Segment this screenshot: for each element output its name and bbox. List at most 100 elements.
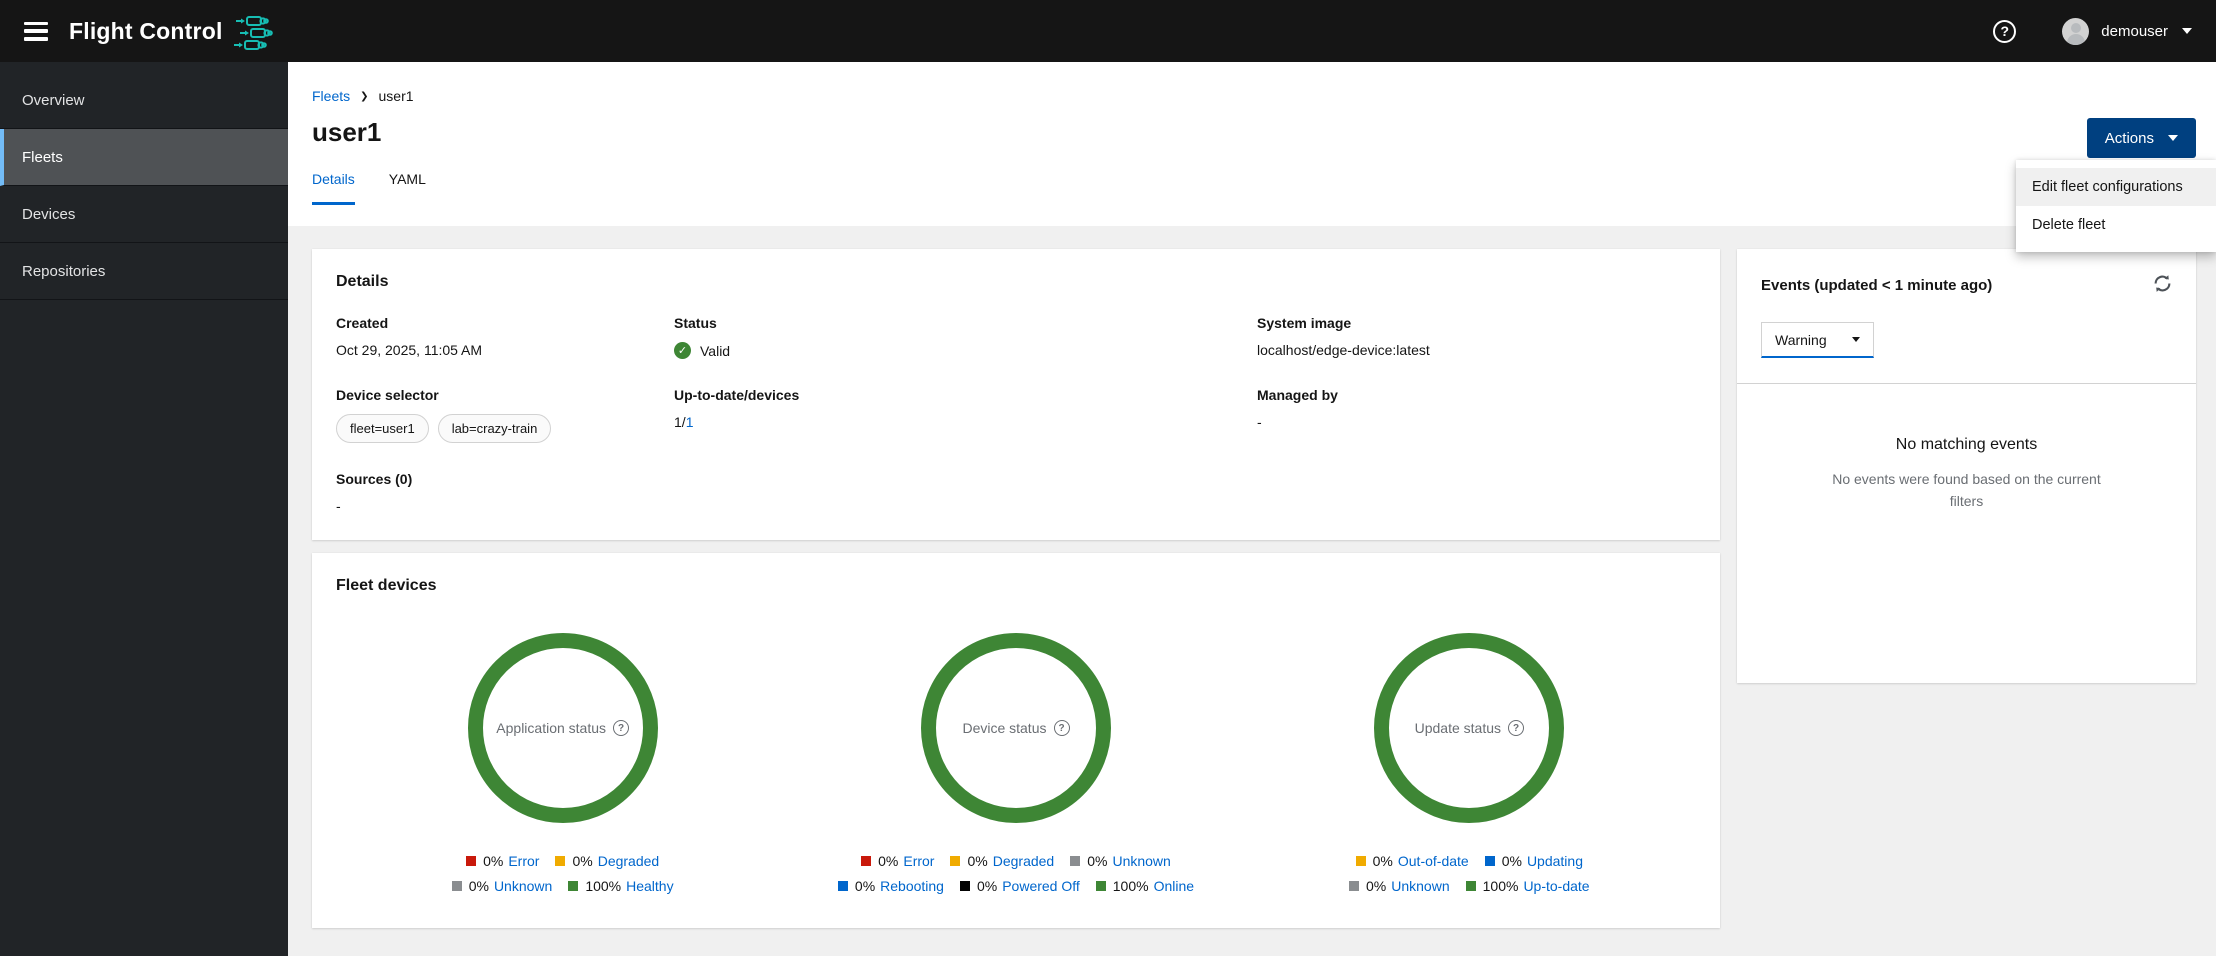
chart-legend: 0% Out-of-date 0% Updating 0% Unknown 100% Up-t… [1339, 853, 1599, 894]
field-system-image-value: localhost/edge-device:latest [1257, 342, 1430, 358]
donut-device-status: Device status ? [920, 633, 1111, 823]
brand: Flight Control [69, 10, 274, 52]
question-circle-icon[interactable]: ? [1053, 720, 1070, 736]
menu-item-delete-fleet[interactable]: Delete fleet [2016, 206, 2216, 244]
field-up-to-date-label: Up-to-date/devices [674, 387, 800, 403]
tab-yaml[interactable]: YAML [389, 171, 426, 205]
chevron-down-icon [2182, 28, 2192, 34]
details-card-title: Details [336, 273, 389, 290]
legend-label-link: Unknown [493, 878, 553, 894]
legend-label-link: Error [508, 853, 540, 869]
legend-item-rebooting[interactable]: 0% Rebooting [837, 878, 944, 894]
help-icon[interactable]: ? [1993, 19, 2017, 43]
application-status-chart: Application status ? 0% Error 0% Degraded 0%… [336, 633, 789, 894]
events-empty-title: No matching events [1895, 436, 2038, 453]
field-sources-label: Sources (0) [336, 471, 413, 487]
field-managed-by-label: Managed by [1257, 387, 1338, 403]
legend-label-link: Out-of-date [1397, 853, 1469, 869]
field-device-selector-label: Device selector [336, 387, 439, 403]
legend-percent: 0% [572, 853, 593, 869]
field-status-label: Status [674, 315, 717, 331]
brand-title: Flight Control [69, 17, 223, 44]
user-name: demouser [2101, 22, 2168, 40]
legend-swatch [451, 881, 462, 891]
legend-item-unknown[interactable]: 0% Unknown [1349, 878, 1450, 894]
legend-label-link: Powered Off [1002, 878, 1080, 894]
content-area: Details Created Oct 29, 2025, 11:05 AM S… [288, 226, 2216, 956]
refresh-button[interactable] [2153, 274, 2172, 296]
sidebar-item-overview[interactable]: Overview [0, 72, 288, 129]
refresh-icon [2154, 275, 2171, 292]
legend-swatch [950, 856, 961, 866]
question-circle-icon[interactable]: ? [1508, 720, 1524, 736]
breadcrumb-fleets-link[interactable]: Fleets [312, 88, 350, 104]
legend-swatch [1095, 881, 1106, 891]
tabs: Details YAML [312, 171, 2216, 205]
details-grid: Created Oct 29, 2025, 11:05 AM Status ✓ … [336, 315, 1696, 514]
legend-label-link: Healthy [626, 878, 674, 894]
legend-item-error[interactable]: 0% Error [861, 853, 934, 869]
avatar [2062, 17, 2090, 45]
legend-percent: 0% [1372, 853, 1393, 869]
up-to-date-count: 1/ [674, 414, 686, 430]
legend-item-updating[interactable]: 0% Updating [1484, 853, 1583, 869]
legend-item-out-of-date[interactable]: 0% Out-of-date [1355, 853, 1469, 869]
event-severity-select[interactable]: Warning [1761, 322, 1874, 358]
details-card: Details Created Oct 29, 2025, 11:05 AM S… [312, 249, 1720, 540]
donut-center-label: Update status [1414, 720, 1501, 736]
selector-chip: fleet=user1 [336, 414, 429, 443]
legend-label-link: Error [903, 853, 935, 869]
legend-percent: 0% [1087, 853, 1108, 869]
legend-percent: 100% [1482, 878, 1519, 894]
legend-label-link: Updating [1526, 853, 1583, 869]
fleet-devices-card-title: Fleet devices [336, 577, 437, 594]
legend-item-degraded[interactable]: 0% Degraded [555, 853, 659, 869]
user-menu[interactable]: demouser [2062, 17, 2192, 45]
legend-swatch [568, 881, 579, 891]
sidebar-item-repositories[interactable]: Repositories [0, 243, 288, 300]
legend-percent: 0% [878, 853, 899, 869]
field-status: Status ✓ Valid [674, 315, 1257, 359]
chart-legend: 0% Error 0% Degraded 0% Unknown 100% Healthy [445, 853, 680, 894]
actions-button[interactable]: Actions [2086, 118, 2196, 158]
legend-item-healthy[interactable]: 100% Healthy [568, 878, 674, 894]
legend-item-unknown[interactable]: 0% Unknown [451, 878, 553, 894]
menu-item-edit-fleet-configurations[interactable]: Edit fleet configurations [2016, 168, 2216, 206]
legend-item-degraded[interactable]: 0% Degraded [950, 853, 1054, 869]
fleet-devices-card: Fleet devices Application status ? 0% Err… [312, 553, 1720, 928]
legend-item-error[interactable]: 0% Error [466, 853, 539, 869]
donut-update-status: Update status ? [1374, 633, 1565, 823]
legend-item-powered-off[interactable]: 0% Powered Off [959, 878, 1080, 894]
sidebar-item-fleets[interactable]: Fleets [0, 129, 288, 186]
question-circle-icon[interactable]: ? [613, 720, 630, 736]
selector-chip: lab=crazy-train [437, 414, 552, 443]
legend-swatch [466, 856, 477, 866]
events-empty-body: No events were found based on the curren… [1832, 471, 2101, 509]
events-empty-state: No matching events No events were found … [1737, 384, 2196, 512]
field-status-value: Valid [700, 342, 731, 359]
chart-legend: 0% Error 0% Degraded 0% Unknown 0% Rebooting 0% P… [828, 853, 1203, 894]
donut-application-status: Application status ? [467, 633, 658, 823]
donut-center-label: Device status [962, 720, 1047, 736]
sidebar-item-devices[interactable]: Devices [0, 186, 288, 243]
legend-percent: 100% [1112, 878, 1149, 894]
charts-row: Application status ? 0% Error 0% Degraded 0%… [336, 633, 1696, 894]
tab-details[interactable]: Details [312, 171, 355, 205]
hamburger-menu-icon[interactable] [24, 21, 48, 41]
field-created: Created Oct 29, 2025, 11:05 AM [336, 315, 674, 359]
check-circle-icon: ✓ [674, 342, 691, 359]
legend-swatch [1349, 881, 1360, 891]
devices-count-link[interactable]: 1 [686, 414, 694, 430]
chevron-down-icon [1852, 337, 1860, 342]
legend-label-link: Unknown [1112, 853, 1171, 869]
field-sources: Sources (0) - [336, 471, 674, 514]
legend-label-link: Up-to-date [1523, 878, 1590, 894]
donut-center-label: Application status [496, 720, 607, 736]
event-severity-value: Warning [1775, 331, 1827, 348]
legend-item-up-to-date[interactable]: 100% Up-to-date [1465, 878, 1590, 894]
field-system-image-label: System image [1257, 315, 1352, 331]
update-status-chart: Update status ? 0% Out-of-date 0% Updating 0… [1243, 633, 1696, 894]
legend-item-online[interactable]: 100% Online [1095, 878, 1194, 894]
legend-item-unknown[interactable]: 0% Unknown [1070, 853, 1171, 869]
sidebar: Overview Fleets Devices Repositories [0, 62, 288, 956]
